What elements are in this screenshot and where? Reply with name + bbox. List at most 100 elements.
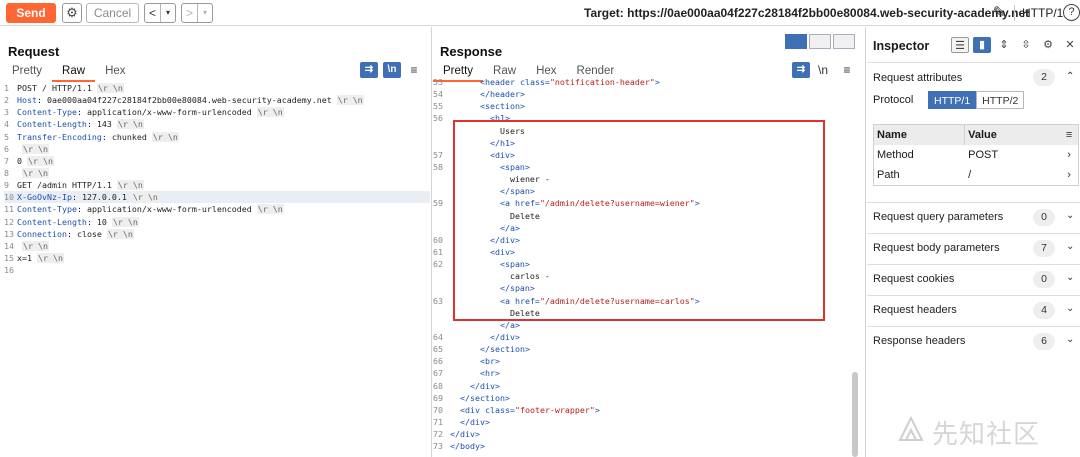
chevron-right-icon[interactable]: ›: [1060, 145, 1078, 165]
request-line[interactable]: 15 x=1 \r \n: [4, 252, 430, 264]
section-label[interactable]: Request body parameters: [873, 242, 1000, 254]
response-line[interactable]: Users: [433, 125, 853, 137]
protocol-http1-button[interactable]: HTTP/1: [928, 91, 977, 109]
inspector-layout-panel-icon[interactable]: ▮: [973, 37, 991, 53]
layout-stacked-icon[interactable]: [809, 34, 831, 49]
back-history-chevron-down-icon[interactable]: ▾: [160, 4, 175, 22]
response-line[interactable]: 62 <span>: [433, 258, 853, 270]
inspector-section[interactable]: Response headers 6 ⌄: [867, 326, 1080, 357]
response-scrollbar[interactable]: [852, 372, 858, 457]
response-editor[interactable]: 53 <header class="notification-header"> 5…: [433, 76, 853, 452]
protocol-http2-button[interactable]: HTTP/2: [976, 91, 1025, 109]
section-label[interactable]: Request headers: [873, 304, 957, 316]
response-line[interactable]: 67 <hr>: [433, 367, 853, 379]
response-line[interactable]: </a>: [433, 222, 853, 234]
chevron-down-icon[interactable]: ⌄: [1066, 272, 1074, 283]
response-line[interactable]: 71 </div>: [433, 416, 853, 428]
request-attributes-label[interactable]: Request attributes: [873, 72, 962, 84]
inspector-close-icon[interactable]: ✕: [1061, 37, 1079, 53]
response-line[interactable]: 54 </header>: [433, 88, 853, 100]
request-line[interactable]: 11 Content-Type: application/x-www-form-u…: [4, 203, 430, 215]
response-line[interactable]: </h1>: [433, 137, 853, 149]
response-line[interactable]: 57 <div>: [433, 149, 853, 161]
table-row[interactable]: Method POST ›: [874, 145, 1078, 165]
section-label[interactable]: Response headers: [873, 335, 965, 347]
response-line[interactable]: 72 </div>: [433, 428, 853, 440]
table-row[interactable]: Path / ›: [874, 165, 1078, 185]
tab-request-raw[interactable]: Raw: [52, 65, 96, 82]
request-line[interactable]: 2 Host: 0ae000aa04f227c28184f2bb00e80084.…: [4, 94, 430, 106]
layout-tabs-icon[interactable]: [833, 34, 855, 49]
request-line[interactable]: 3 Content-Type: application/x-www-form-ur…: [4, 106, 430, 118]
response-line[interactable]: carlos -: [433, 270, 853, 282]
chevron-up-icon[interactable]: ⌃: [1066, 71, 1074, 82]
response-line[interactable]: 66 <br>: [433, 355, 853, 367]
inspector-section[interactable]: Request body parameters 7 ⌄: [867, 233, 1080, 264]
request-line[interactable]: 9 GET /admin HTTP/1.1 \r \n: [4, 179, 430, 191]
request-line[interactable]: 10 X-GoOvNz-Ip: 127.0.0.1 \r \n: [4, 191, 430, 204]
newline-toggle-icon[interactable]: \n: [383, 62, 401, 78]
response-line[interactable]: 56 <h1>: [433, 112, 853, 124]
request-line[interactable]: 14 \r \n: [4, 240, 430, 252]
format-icon[interactable]: ⇉: [360, 62, 378, 78]
response-line[interactable]: 69 </section>: [433, 392, 853, 404]
section-label[interactable]: Request query parameters: [873, 211, 1003, 223]
response-line[interactable]: </span>: [433, 185, 853, 197]
chevron-down-icon[interactable]: ⌄: [1066, 303, 1074, 314]
response-line[interactable]: Delete: [433, 210, 853, 222]
response-line[interactable]: </span>: [433, 282, 853, 294]
response-line[interactable]: 68 </div>: [433, 380, 853, 392]
inspector-section[interactable]: Request cookies 0 ⌄: [867, 264, 1080, 295]
expand-all-icon[interactable]: ⇕: [995, 37, 1013, 53]
send-button[interactable]: Send: [6, 3, 56, 23]
response-line[interactable]: 55 <section>: [433, 100, 853, 112]
pencil-icon[interactable]: ✎: [989, 3, 1009, 23]
response-line[interactable]: 61 <div>: [433, 246, 853, 258]
inspector-settings-gear-icon[interactable]: ⚙: [1039, 37, 1057, 53]
response-line[interactable]: Delete: [433, 307, 853, 319]
response-line[interactable]: 60 </div>: [433, 234, 853, 246]
chevron-right-icon[interactable]: ›: [1060, 165, 1078, 185]
response-line[interactable]: 65 </section>: [433, 343, 853, 355]
collapse-all-icon[interactable]: ⇳: [1017, 37, 1035, 53]
http-version-label[interactable]: HTTP/1: [1022, 6, 1063, 20]
request-line[interactable]: 12 Content-Length: 10 \r \n: [4, 216, 430, 228]
request-line[interactable]: 13 Connection: close \r \n: [4, 228, 430, 240]
inspector-section[interactable]: Request query parameters 0 ⌄: [867, 202, 1080, 233]
request-line[interactable]: 70 \r \n: [4, 155, 430, 167]
tab-request-pretty[interactable]: Pretty: [2, 65, 52, 82]
response-line[interactable]: 63 <a href="/admin/delete?username=carlo…: [433, 295, 853, 307]
request-line[interactable]: 4 Content-Length: 143 \r \n: [4, 118, 430, 130]
chevron-down-icon[interactable]: ⌄: [1066, 241, 1074, 252]
forward-history-chevron-down-icon[interactable]: ▾: [197, 4, 212, 22]
tab-request-hex[interactable]: Hex: [95, 65, 135, 82]
response-line[interactable]: </a>: [433, 319, 853, 331]
cancel-button[interactable]: Cancel: [86, 3, 139, 23]
chevron-down-icon[interactable]: ⌄: [1066, 210, 1074, 221]
toolbar: Send ⚙ Cancel < ▾ > ▾ Target: https://0a…: [0, 0, 1080, 26]
inspector-section[interactable]: Request headers 4 ⌄: [867, 295, 1080, 326]
response-line[interactable]: 59 <a href="/admin/delete?username=wiene…: [433, 197, 853, 209]
response-line[interactable]: wiener -: [433, 173, 853, 185]
request-line[interactable]: 5 Transfer-Encoding: chunked \r \n: [4, 131, 430, 143]
back-icon[interactable]: <: [145, 4, 160, 22]
section-label[interactable]: Request cookies: [873, 273, 954, 285]
request-editor[interactable]: 1 POST / HTTP/1.1 \r \n 2 Host: 0ae000aa04f…: [4, 82, 430, 276]
table-settings-icon[interactable]: ≡: [1060, 125, 1078, 145]
layout-side-by-side-icon[interactable]: [785, 34, 807, 49]
response-line[interactable]: 58 <span>: [433, 161, 853, 173]
response-line[interactable]: 64 </div>: [433, 331, 853, 343]
forward-icon[interactable]: >: [182, 4, 197, 22]
request-line[interactable]: 16: [4, 264, 430, 276]
response-line[interactable]: 73 </body>: [433, 440, 853, 452]
response-line[interactable]: 70 <div class="footer-wrapper">: [433, 404, 853, 416]
menu-icon[interactable]: ≡: [406, 62, 422, 78]
request-line[interactable]: 1 POST / HTTP/1.1 \r \n: [4, 82, 430, 94]
inspector-layout-list-icon[interactable]: ☰: [951, 37, 969, 53]
request-line[interactable]: 6 \r \n: [4, 143, 430, 155]
gear-icon[interactable]: ⚙: [62, 3, 82, 23]
chevron-down-icon[interactable]: ⌄: [1066, 334, 1074, 345]
response-line[interactable]: 53 <header class="notification-header">: [433, 76, 853, 88]
request-line[interactable]: 8 \r \n: [4, 167, 430, 179]
help-icon[interactable]: ?: [1063, 4, 1080, 21]
